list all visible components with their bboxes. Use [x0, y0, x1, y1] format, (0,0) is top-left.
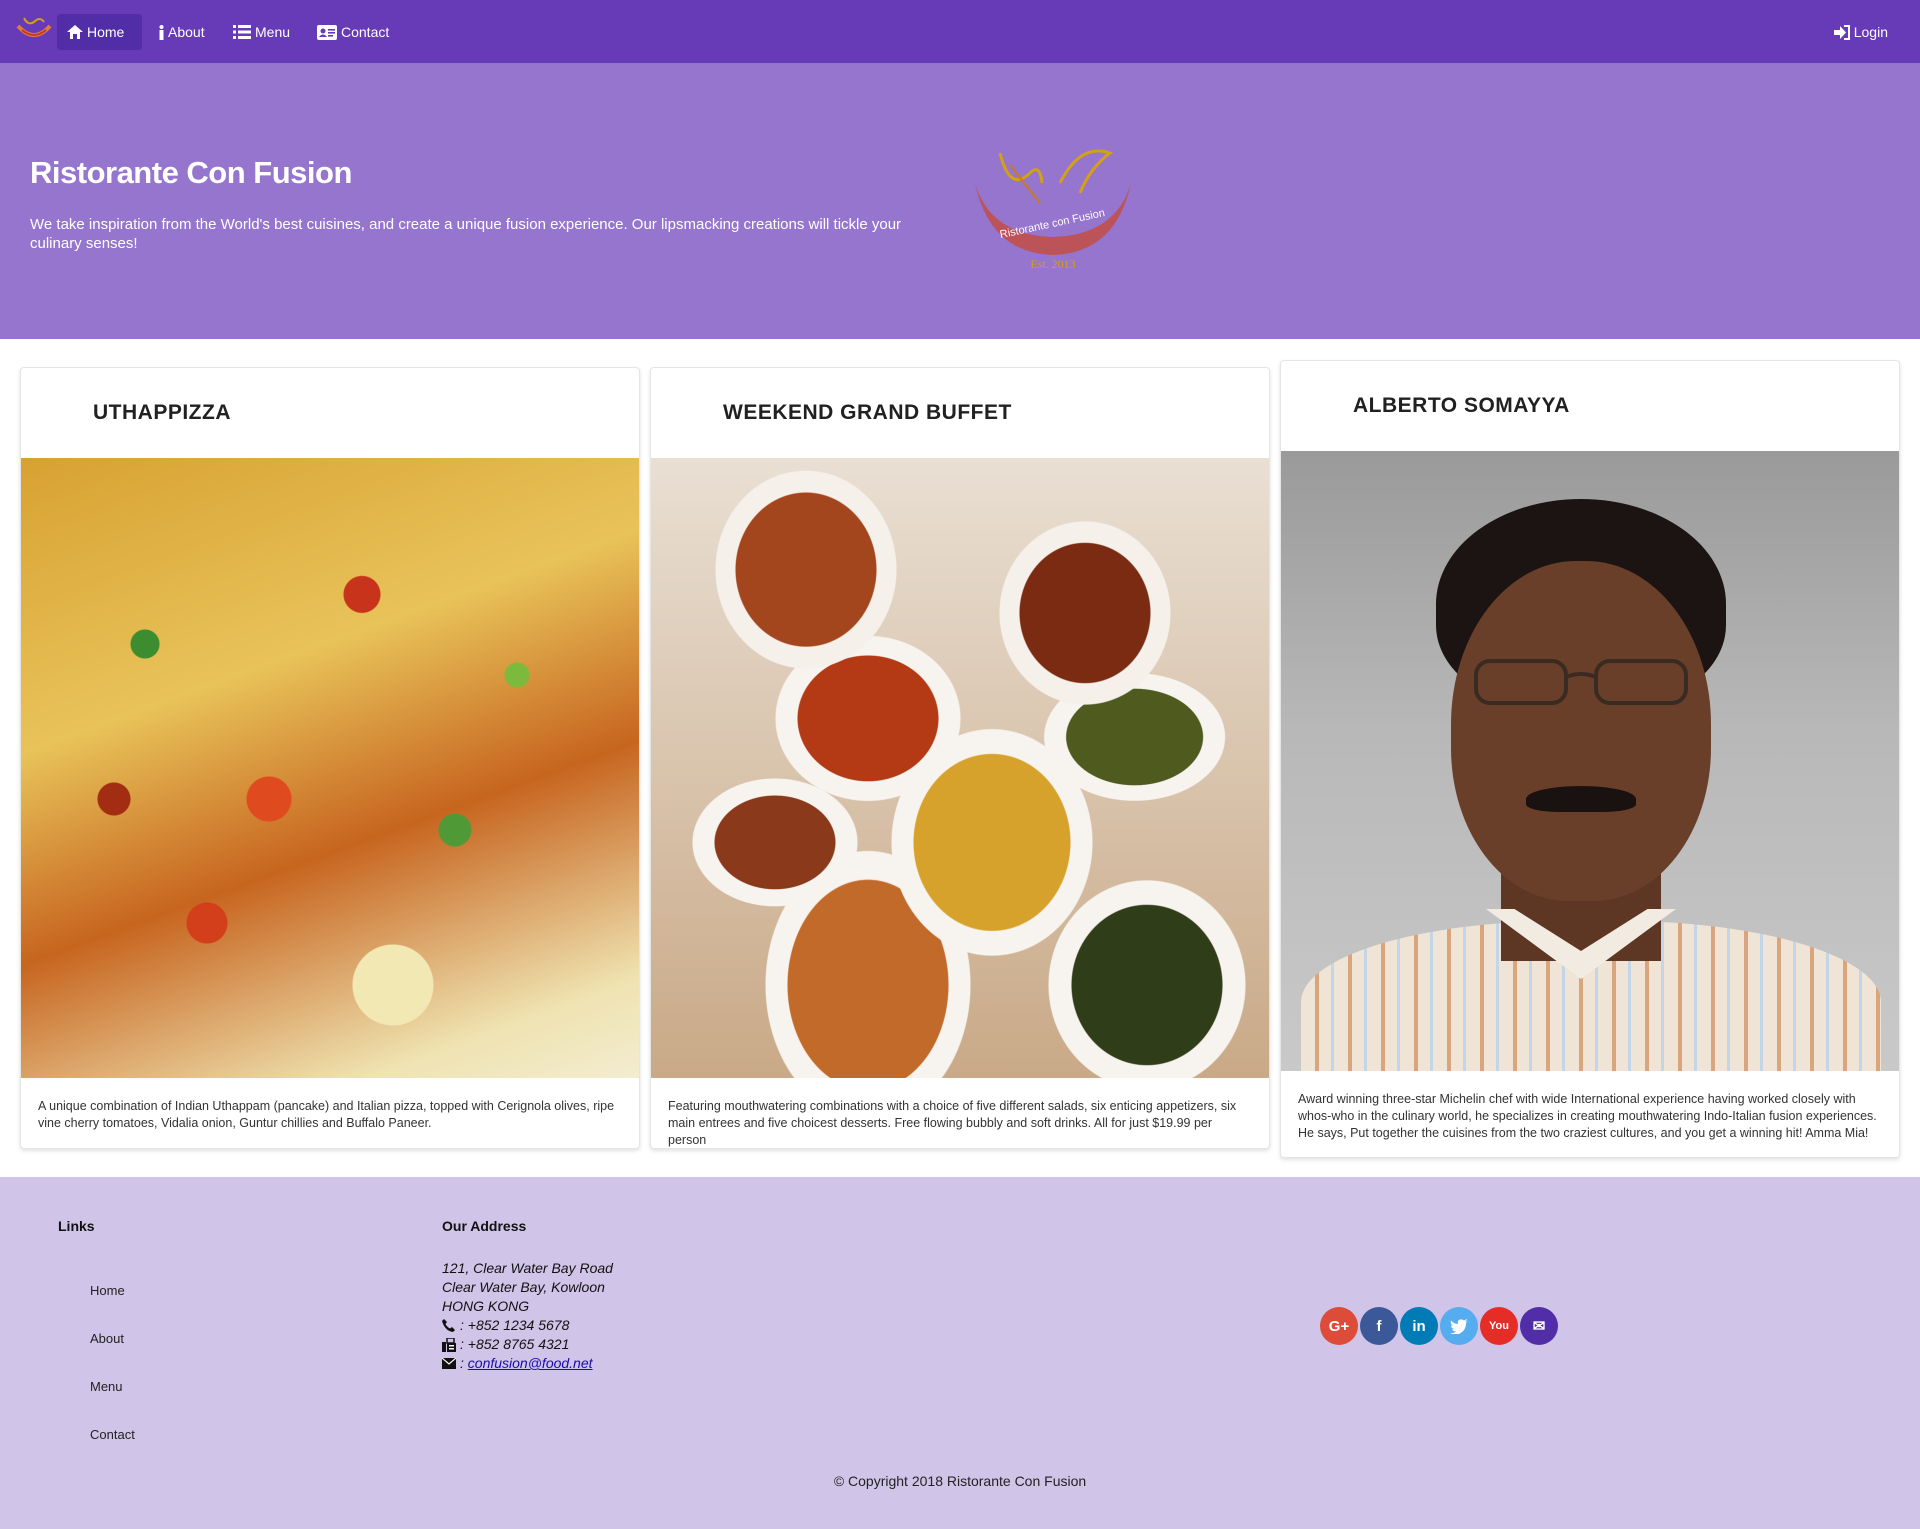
card-header: ALBERTO SOMAYYA: [1281, 361, 1899, 451]
linkedin-icon[interactable]: in: [1400, 1307, 1438, 1345]
dish-card: UTHAPPIZZA A unique combination of India…: [20, 367, 640, 1149]
jumbotron-title: Ristorante Con Fusion: [30, 155, 352, 190]
fax-icon: [442, 1337, 458, 1352]
facebook-icon[interactable]: f: [1360, 1307, 1398, 1345]
restaurant-logo: Ristorante con Fusion Est. 2013: [975, 149, 1131, 271]
footer-link-contact[interactable]: Contact: [90, 1427, 135, 1442]
nav-home-label: Home: [87, 24, 125, 40]
card-header: UTHAPPIZZA: [21, 368, 639, 458]
card-title: ALBERTO SOMAYYA: [1353, 394, 1570, 417]
card-description: Award winning three-star Michelin chef w…: [1298, 1092, 1877, 1140]
nav-about-label: About: [168, 24, 205, 40]
phone-icon: [442, 1319, 458, 1333]
jumbotron: Ristorante Con Fusion We take inspiratio…: [0, 63, 1920, 339]
nav-home[interactable]: Home: [57, 14, 142, 50]
address-line: Clear Water Bay, Kowloon: [442, 1279, 605, 1295]
logo-est: Est. 2013: [1030, 257, 1075, 271]
card-description: A unique combination of Indian Uthappam …: [38, 1099, 615, 1130]
address-line: 121, Clear Water Bay Road: [442, 1260, 613, 1276]
jumbotron-text: We take inspiration from the World's bes…: [30, 216, 902, 252]
uthappizza-image: [21, 458, 639, 1078]
buffet-image: [651, 458, 1269, 1078]
twitter-icon[interactable]: [1440, 1307, 1478, 1345]
address-block: 121, Clear Water Bay Road Clear Water Ba…: [442, 1259, 613, 1373]
footer-link-menu[interactable]: Menu: [90, 1379, 123, 1394]
card-title: UTHAPPIZZA: [93, 401, 231, 424]
brand-logo[interactable]: [14, 12, 54, 48]
nav-menu[interactable]: Menu: [223, 14, 300, 50]
home-icon: [67, 25, 83, 39]
nav-contact-label: Contact: [341, 24, 390, 40]
address-line: HONG KONG: [442, 1298, 530, 1314]
mail-icon[interactable]: ✉: [1520, 1307, 1558, 1345]
fax-text: : +852 8765 4321: [460, 1336, 570, 1352]
copyright: © Copyright 2018 Ristorante Con Fusion: [833, 1473, 1087, 1489]
login-button[interactable]: Login: [1824, 14, 1898, 50]
email-link[interactable]: confusion@food.net: [468, 1354, 593, 1373]
links-heading: Links: [58, 1218, 95, 1234]
phone-row: : +852 1234 5678: [442, 1316, 613, 1335]
info-icon: [158, 24, 164, 40]
address-card-icon: [317, 24, 337, 40]
chef-photo: [1281, 451, 1899, 1071]
footer-link-about[interactable]: About: [90, 1331, 124, 1346]
leader-card: ALBERTO SOMAYYA Award winning three-star…: [1280, 360, 1900, 1158]
login-label: Login: [1853, 24, 1888, 40]
envelope-icon: [442, 1357, 458, 1371]
footer-link-home[interactable]: Home: [90, 1283, 125, 1298]
google-plus-icon[interactable]: G+: [1320, 1307, 1358, 1345]
fax-row: : +852 8765 4321: [442, 1335, 613, 1354]
promotion-card: WEEKEND GRAND BUFFET Featuring mouthwate…: [650, 367, 1270, 1149]
nav-menu-label: Menu: [255, 24, 291, 40]
email-row: : confusion@food.net: [442, 1354, 613, 1373]
footer: Links Home About Menu Contact Our Addres…: [0, 1177, 1920, 1529]
card-title: WEEKEND GRAND BUFFET: [723, 401, 1012, 424]
nav-about[interactable]: About: [148, 14, 215, 50]
card-header: WEEKEND GRAND BUFFET: [651, 368, 1269, 458]
sign-in-icon: [1833, 24, 1850, 40]
card-description: Featuring mouthwatering combinations wit…: [668, 1099, 1237, 1147]
list-icon: [233, 25, 251, 39]
youtube-icon[interactable]: You: [1480, 1307, 1518, 1345]
navbar: Home About Menu Contact Login: [0, 0, 1920, 63]
social-buttons: G+ f in You ✉: [1320, 1307, 1558, 1345]
phone-text: : +852 1234 5678: [460, 1317, 570, 1333]
nav-contact[interactable]: Contact: [307, 14, 399, 50]
address-heading: Our Address: [442, 1218, 527, 1234]
